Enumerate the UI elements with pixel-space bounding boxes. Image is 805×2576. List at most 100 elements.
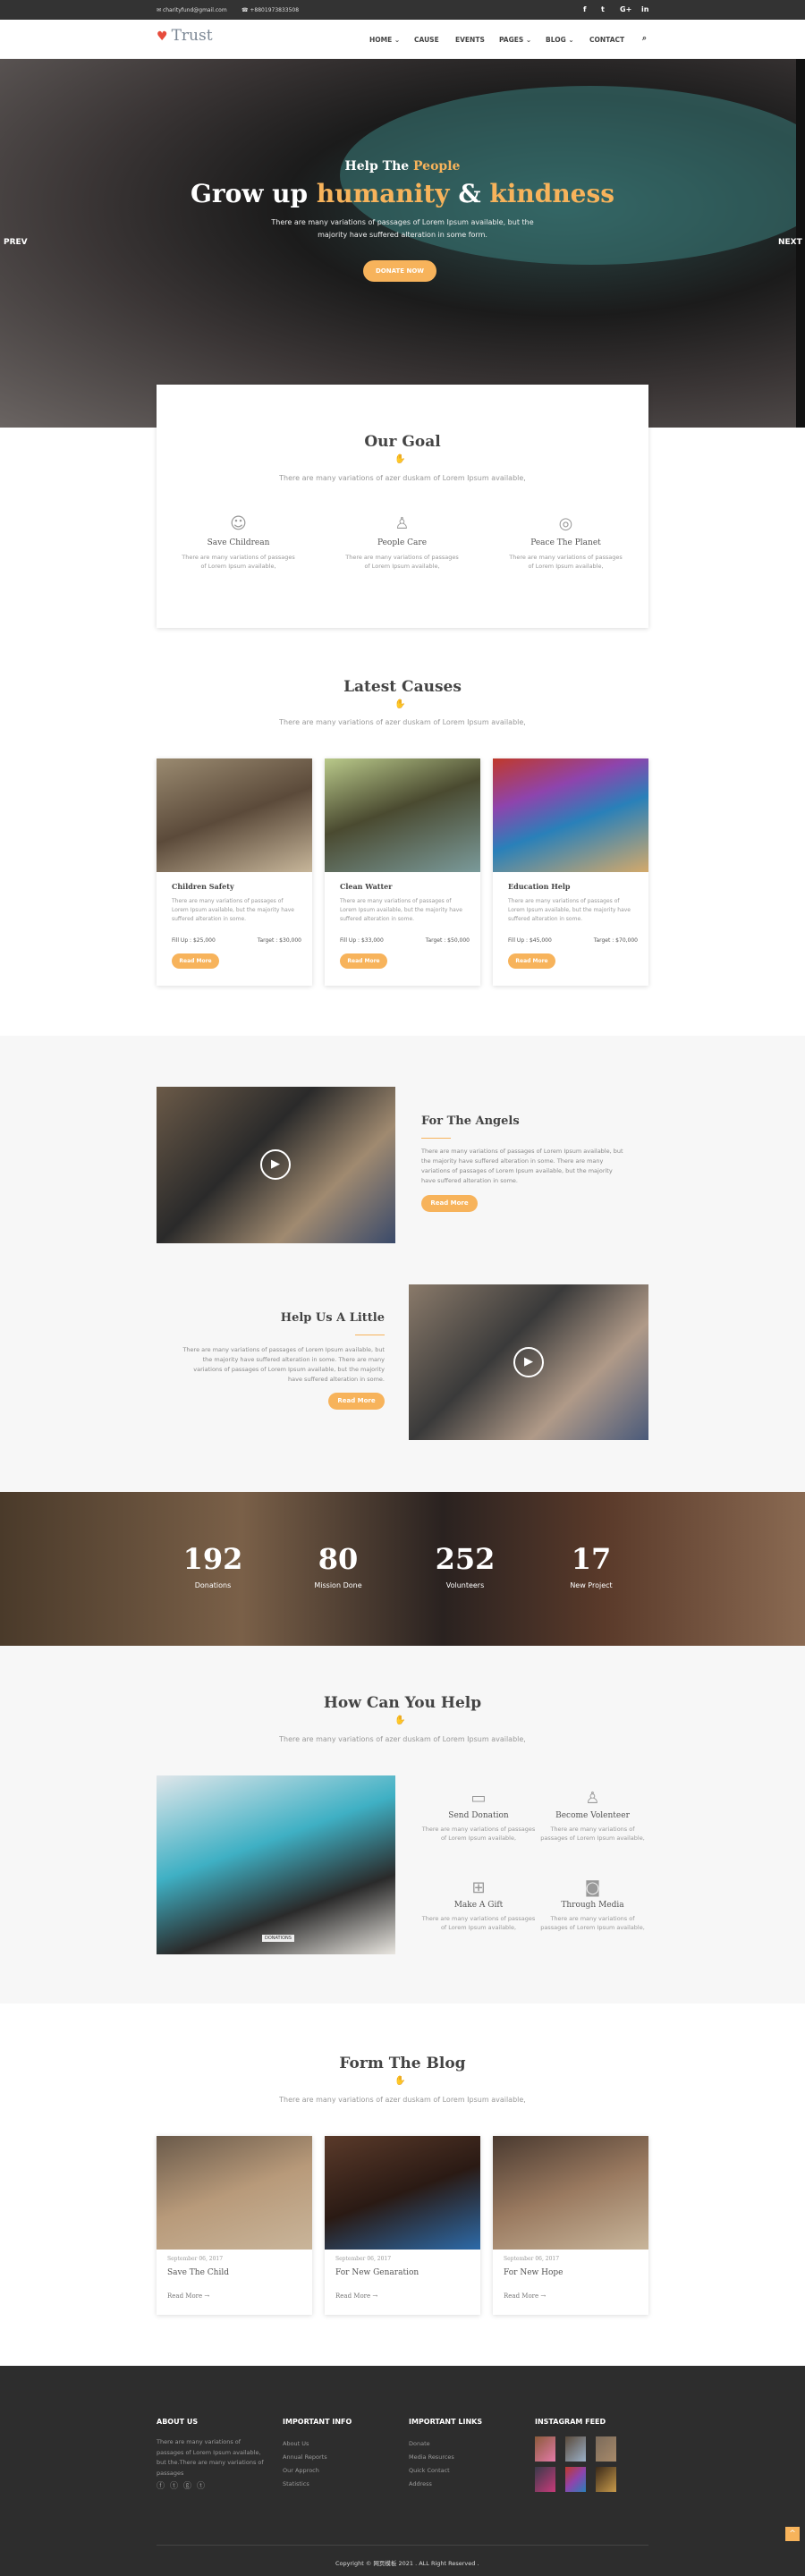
footer-link[interactable]: Media Resurces — [409, 2451, 454, 2464]
latest-causes-subtitle: There are many variations of azer duskam… — [279, 718, 526, 726]
cause-target: Target : $30,000 — [257, 937, 301, 944]
our-goal-card: Our Goal ✋ There are many variations of … — [157, 385, 648, 628]
wallet-icon: ▭ — [470, 1789, 487, 1808]
read-more-button[interactable]: Read More — [172, 953, 219, 969]
google-plus-icon[interactable]: G+ — [620, 5, 631, 13]
help-item-title: Become Volenteer — [555, 1811, 630, 1820]
cause-fill-up: Fill Up : $25,000 — [172, 937, 216, 944]
goal-item-title: Peace The Planet — [530, 538, 601, 547]
footer-link[interactable]: Donate — [409, 2437, 454, 2451]
linkedin-icon[interactable]: in — [641, 5, 648, 13]
phone-link[interactable]: ☎ +8801973833508 — [242, 7, 299, 13]
blog-date: September 06, 2017 — [167, 2256, 224, 2262]
globe-icon: ◎ — [558, 514, 573, 533]
tumblr-icon[interactable]: ⓣ — [197, 2482, 210, 2491]
blog-card[interactable]: September 06, 2017 Save The Child Read M… — [157, 2136, 312, 2315]
nav-home[interactable]: HOME ⌄ — [369, 36, 400, 44]
help-item: ▭ Send Donation There are many variations … — [420, 1789, 537, 1843]
cause-title: Children Safety — [172, 882, 234, 891]
instagram-thumb[interactable] — [596, 2467, 616, 2492]
cause-title: Education Help — [508, 882, 571, 891]
facebook-icon[interactable]: f — [583, 5, 586, 13]
blog-image — [325, 2136, 480, 2250]
donate-now-button[interactable]: DONATE NOW — [363, 260, 436, 282]
counter-label: Mission Done — [314, 1581, 362, 1589]
feature-title: For The Angels — [421, 1114, 520, 1128]
help-item-text: There are many variations of passages of… — [421, 1826, 536, 1842]
blog-title: Form The Blog — [339, 2055, 466, 2072]
cause-fill-up: Fill Up : $45,000 — [508, 937, 552, 944]
cause-text: There are many variations of passages of… — [172, 898, 294, 922]
footer-info-list: About Us Annual Reports Our Approch Statist… — [283, 2437, 327, 2491]
nav-contact[interactable]: CONTACT — [589, 36, 624, 44]
next-button[interactable]: NEXT — [778, 238, 802, 247]
video-thumbnail[interactable]: ▶ — [409, 1284, 648, 1440]
footer: ABOUT US There are many variations of pa… — [0, 2366, 805, 2576]
play-icon[interactable]: ▶ — [260, 1149, 291, 1180]
blog-post-title[interactable]: Save The Child — [167, 2268, 229, 2277]
blog-read-more-link[interactable]: Read More → — [167, 2292, 209, 2300]
footer-link[interactable]: About Us — [283, 2437, 327, 2451]
counter: 80 Mission Done — [284, 1542, 392, 1589]
blog-card[interactable]: September 06, 2017 For New Genaration Re… — [325, 2136, 480, 2315]
footer-link[interactable]: Our Approch — [283, 2464, 327, 2478]
prev-button[interactable]: PREV — [4, 238, 28, 247]
read-more-button[interactable]: Read More — [508, 953, 555, 969]
cause-target: Target : $50,000 — [425, 937, 470, 944]
logo[interactable]: ♥ Trust — [157, 27, 213, 45]
footer-links-title: IMPORTANT LINKS — [409, 2418, 483, 2426]
blog-card[interactable]: September 06, 2017 For New Hope Read Mor… — [493, 2136, 648, 2315]
blog-date: September 06, 2017 — [504, 2256, 560, 2262]
user-icon: ♙ — [585, 1789, 600, 1808]
arrow-right-icon: → — [372, 2292, 378, 2300]
features-section — [0, 1036, 805, 1492]
cause-target: Target : $70,000 — [593, 937, 638, 944]
blog-read-more-link[interactable]: Read More → — [335, 2292, 377, 2300]
nav-pages[interactable]: PAGES ⌄ — [499, 36, 531, 44]
twitter-icon[interactable]: t — [601, 5, 605, 13]
cause-text: There are many variations of passages of… — [508, 898, 631, 922]
read-more-button[interactable]: Read More — [340, 953, 387, 969]
cause-title: Clean Watter — [340, 882, 393, 891]
footer-link[interactable]: Annual Reports — [283, 2451, 327, 2464]
instagram-thumb[interactable] — [565, 2436, 586, 2462]
counter-label: Volunteers — [445, 1581, 485, 1589]
read-more-button[interactable]: Read More — [421, 1195, 478, 1212]
search-icon[interactable]: ⌕ — [642, 34, 647, 43]
nav-events[interactable]: EVENTS — [455, 36, 485, 44]
hero-slider: Help The People Grow up humanity & kindn… — [0, 59, 805, 428]
camera-icon: ◙ — [584, 1878, 601, 1897]
counter-value: 80 — [318, 1542, 359, 1576]
nav-cause[interactable]: CAUSE — [414, 36, 439, 44]
blog-post-title[interactable]: For New Genaration — [335, 2268, 419, 2277]
volunteers-image: DONATIONS — [157, 1775, 395, 1954]
instagram-thumb[interactable] — [535, 2467, 555, 2492]
blog-post-title[interactable]: For New Hope — [504, 2268, 563, 2277]
instagram-thumb[interactable] — [596, 2436, 616, 2462]
footer-links-list: Donate Media Resurces Quick Contact Address — [409, 2437, 454, 2491]
facebook-icon[interactable]: ⓕ — [157, 2482, 170, 2491]
footer-social: ⓕⓣⓖⓣ — [157, 2479, 210, 2491]
play-icon[interactable]: ▶ — [513, 1347, 544, 1377]
email-link[interactable]: ✉ charityfund@gmail.com — [157, 7, 227, 13]
footer-info-title: IMPORTANT INFO — [283, 2418, 352, 2426]
help-item-text: There are many variations of passages of… — [540, 1915, 645, 1931]
footer-link[interactable]: Statistics — [283, 2478, 327, 2491]
twitter-icon[interactable]: ⓣ — [170, 2482, 183, 2491]
instagram-thumb[interactable] — [565, 2467, 586, 2492]
video-thumbnail[interactable]: ▶ — [157, 1087, 395, 1243]
footer-link[interactable]: Address — [409, 2478, 454, 2491]
blog-read-more-link[interactable]: Read More → — [504, 2292, 546, 2300]
google-plus-icon[interactable]: ⓖ — [183, 2482, 197, 2491]
footer-link[interactable]: Quick Contact — [409, 2464, 454, 2478]
help-subtitle: There are many variations of azer duskam… — [279, 1735, 526, 1743]
title-underline — [421, 1138, 451, 1139]
cause-image — [325, 758, 480, 872]
scroll-to-top-button[interactable]: ^ — [785, 2527, 800, 2541]
counter-label: Donations — [194, 1581, 232, 1589]
hands-ornament-icon: ✋ — [394, 2076, 406, 2086]
our-goal-title: Our Goal — [364, 433, 441, 451]
read-more-button[interactable]: Read More — [328, 1393, 385, 1410]
nav-blog[interactable]: BLOG ⌄ — [546, 36, 574, 44]
instagram-thumb[interactable] — [535, 2436, 555, 2462]
